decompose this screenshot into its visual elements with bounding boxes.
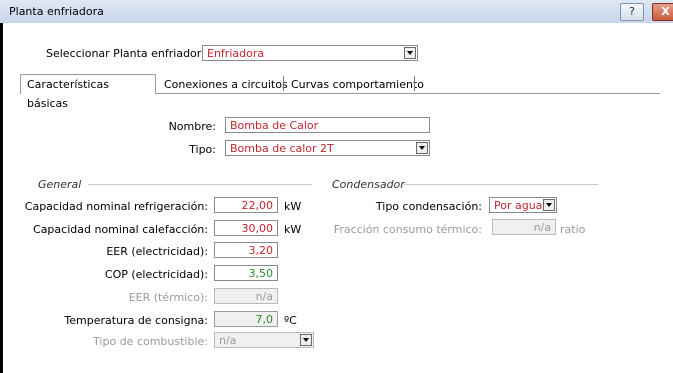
cap-cal-label: Capacidad nominal calefacción: [33, 223, 208, 236]
tab-separator [414, 76, 415, 91]
temp-consigna-label: Temperatura de consigna: [64, 314, 208, 327]
tipo-condensacion-combo[interactable]: Por agua [489, 197, 557, 213]
cap-ref-label: Capacidad nominal refrigeración: [24, 200, 208, 213]
chevron-down-icon[interactable] [404, 47, 416, 59]
general-group-line [88, 184, 312, 185]
fraccion-field: n/a [492, 219, 556, 235]
tipo-condensacion-value: Por agua [494, 199, 543, 212]
eer-elec-field[interactable]: 3,20 [214, 242, 278, 258]
eer-term-field: n/a [214, 288, 278, 304]
close-button[interactable]: X [652, 3, 673, 21]
combustible-combo: n/a [214, 332, 314, 348]
condensador-group-line [404, 184, 598, 185]
combustible-value: n/a [219, 334, 237, 347]
plant-selector-combo[interactable]: Enfriadora [202, 45, 418, 61]
cop-elec-field[interactable]: 3,50 [214, 265, 278, 281]
help-button[interactable]: ? [620, 3, 644, 21]
condensador-group-title: Condensador [332, 178, 405, 191]
temp-consigna-field[interactable]: 7,0 [214, 311, 278, 327]
tab-curvas-comportamiento[interactable]: Curvas comportamiento [291, 78, 424, 91]
cap-cal-field[interactable]: 30,00 [214, 220, 278, 236]
cap-ref-field[interactable]: 22,00 [214, 197, 278, 213]
chevron-down-icon[interactable] [416, 142, 428, 154]
fraccion-label: Fracción consumo térmico: [333, 223, 482, 236]
cap-ref-unit: kW [284, 200, 302, 213]
combustible-label: Tipo de combustible: [93, 335, 208, 348]
nombre-label: Nombre: [168, 120, 216, 133]
plant-selector-value: Enfriadora [207, 47, 265, 60]
tab-caracteristicas-basicas[interactable]: Características básicas [20, 74, 156, 110]
tab-separator [283, 76, 284, 91]
tipo-combo[interactable]: Bomba de calor 2T [225, 140, 430, 156]
window-left-edge [0, 23, 3, 373]
general-group-title: General [38, 178, 82, 191]
fraccion-unit: ratio [560, 223, 586, 236]
tipo-condensacion-label: Tipo condensación: [375, 200, 482, 213]
cap-cal-unit: kW [284, 223, 302, 236]
eer-elec-label: EER (electricidad): [106, 245, 208, 258]
temp-consigna-unit: ºC [284, 314, 297, 327]
chevron-down-icon[interactable] [543, 199, 555, 211]
eer-term-label: EER (térmico): [128, 291, 208, 304]
chevron-down-icon [300, 334, 312, 346]
tipo-label: Tipo: [189, 143, 216, 156]
nombre-field[interactable]: Bomba de Calor [225, 117, 430, 133]
cop-elec-label: COP (electricidad): [104, 268, 208, 281]
tab-conexiones-circuitos[interactable]: Conexiones a circuitos [164, 78, 288, 91]
window-title: Planta enfriadora [9, 5, 104, 18]
plant-selector-label: Seleccionar Planta enfriadora: [46, 47, 212, 60]
tipo-value: Bomba de calor 2T [230, 142, 334, 155]
